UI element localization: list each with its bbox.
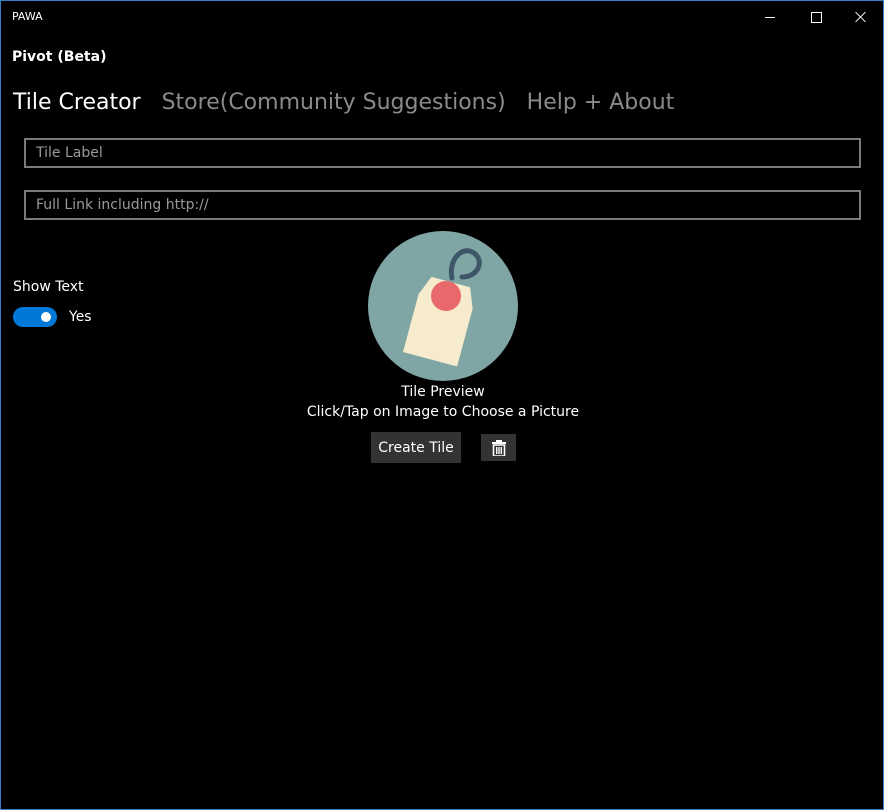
maximize-icon — [810, 11, 822, 23]
show-text-toggle[interactable] — [13, 307, 57, 327]
app-window: PAWA Pivot (Beta) Tile Creator Store(Comm… — [0, 0, 884, 810]
app-title: PAWA — [12, 10, 43, 23]
full-link-input[interactable] — [24, 190, 861, 220]
pivot-title: Pivot (Beta) — [12, 49, 107, 65]
tab-help-about[interactable]: Help + About — [527, 90, 675, 115]
choose-picture-hint: Click/Tap on Image to Choose a Picture — [306, 404, 580, 420]
title-bar[interactable]: PAWA — [1, 1, 883, 33]
trash-icon — [491, 439, 506, 456]
minimize-icon — [765, 16, 775, 18]
create-tile-button[interactable]: Create Tile — [371, 432, 461, 463]
tab-store[interactable]: Store(Community Suggestions) — [162, 90, 506, 115]
show-text-label: Show Text — [13, 279, 84, 295]
show-text-state: Yes — [69, 309, 92, 325]
tile-preview-image[interactable] — [368, 231, 518, 381]
toggle-knob — [41, 312, 51, 322]
minimize-button[interactable] — [747, 1, 793, 33]
tab-tile-creator[interactable]: Tile Creator — [13, 90, 141, 115]
close-button[interactable] — [838, 1, 883, 33]
tile-preview-caption: Tile Preview — [401, 384, 485, 400]
tile-label-input[interactable] — [24, 138, 861, 168]
maximize-button[interactable] — [793, 1, 839, 33]
close-icon — [855, 11, 867, 23]
delete-button[interactable] — [481, 434, 516, 461]
pivot-tabs: Tile Creator Store(Community Suggestions)… — [13, 90, 695, 122]
